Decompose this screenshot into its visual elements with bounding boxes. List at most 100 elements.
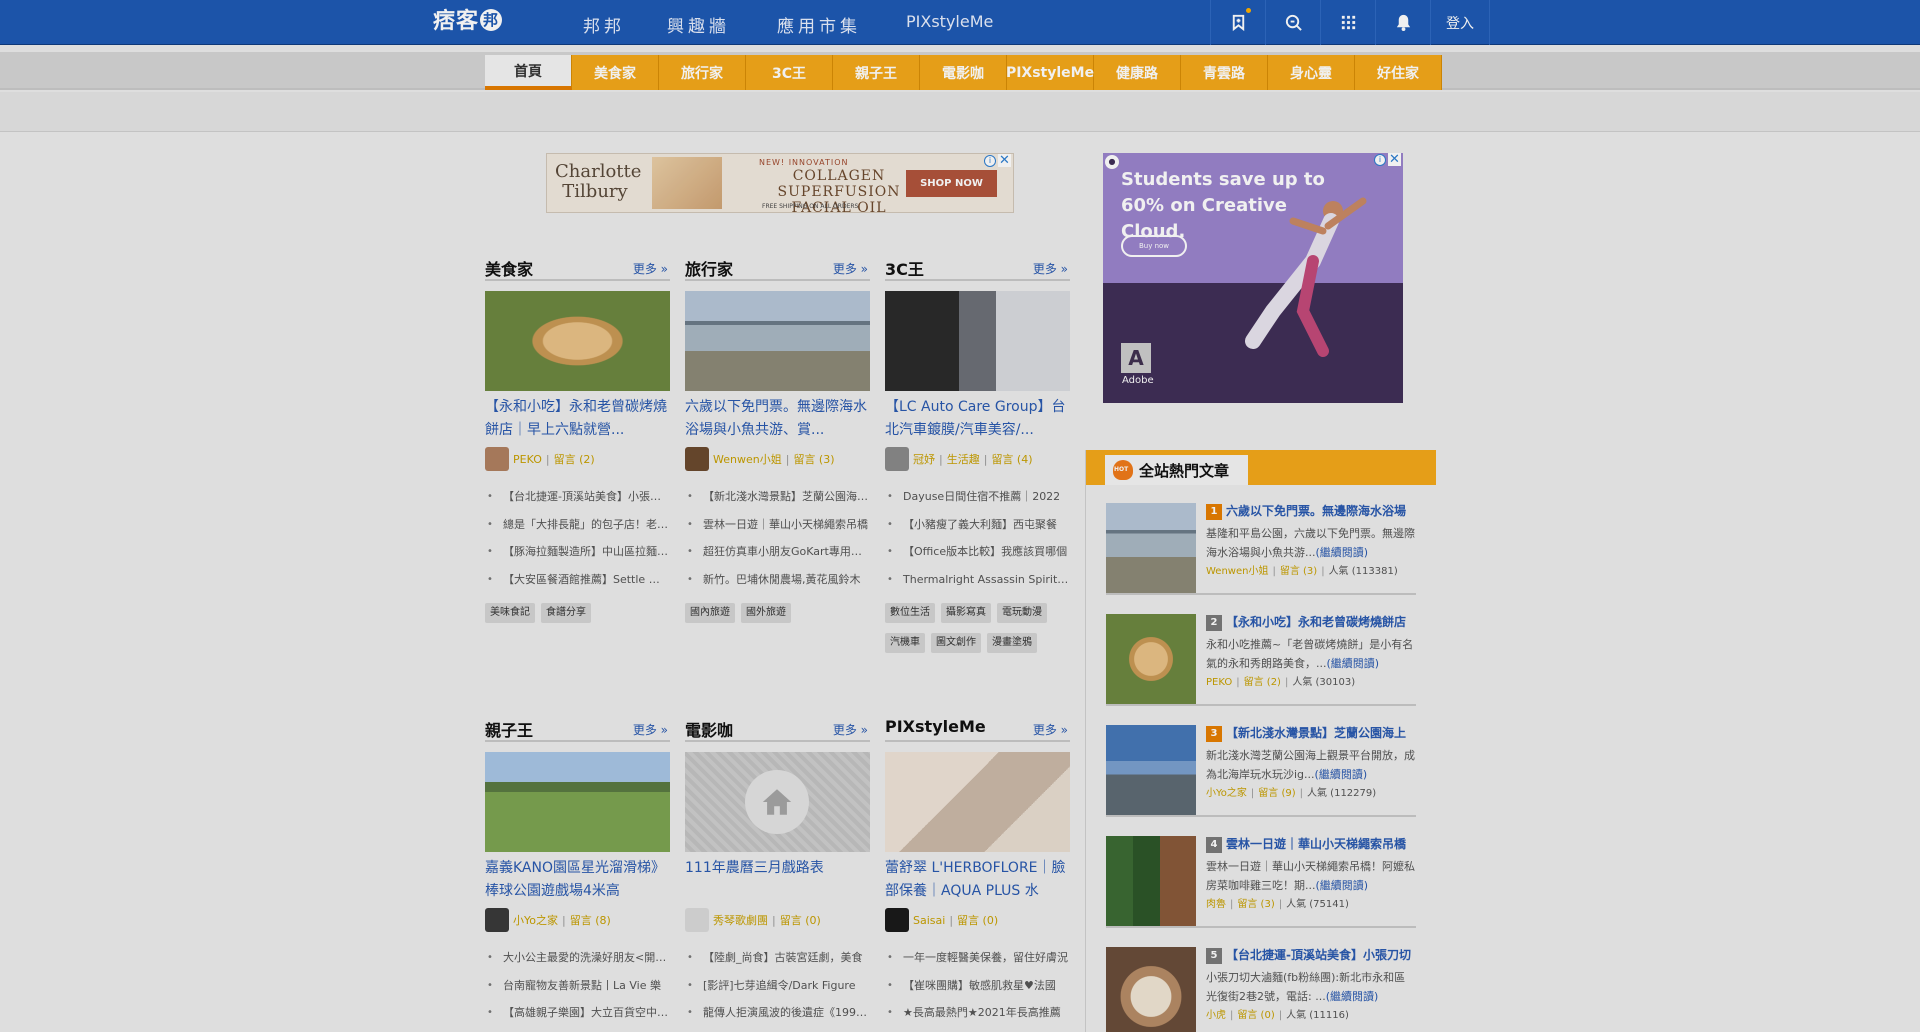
article-thumbnail[interactable]: [685, 291, 870, 391]
read-more-link[interactable]: (繼續閱讀): [1316, 546, 1369, 559]
list-item[interactable]: 【Office版本比較】我應該買哪個: [885, 538, 1070, 566]
nav-app-market[interactable]: 應用市集: [777, 12, 861, 37]
article-title-link[interactable]: 六歲以下免門票。無邊際海水浴場與小魚共游、賞...: [685, 396, 870, 442]
category-tab[interactable]: 3C王: [746, 55, 833, 90]
comment-count-link[interactable]: 留言 (3): [1280, 566, 1317, 577]
ad-shop-now-button[interactable]: SHOP NOW: [906, 170, 997, 197]
list-item[interactable]: Thermalright Assassin Spirit 120: [885, 566, 1070, 594]
list-item[interactable]: 總是「大排長龍」的包子店！老字號: [485, 511, 670, 539]
list-item[interactable]: 超狂仿真車小朋友GoKart專用賽道: [685, 538, 870, 566]
banner-ad[interactable]: Charlotte Tilbury NEW! INNOVATION COLLAG…: [546, 153, 1014, 213]
article-title-link[interactable]: 111年農曆三月戲路表: [685, 857, 870, 880]
ad-buy-now-button[interactable]: Buy now: [1121, 235, 1187, 257]
tag[interactable]: 食譜分享: [541, 603, 591, 623]
list-item[interactable]: 【台北捷運-頂溪站美食】小張刀切大滷麵: [485, 483, 670, 511]
hot-article-title[interactable]: 2 【永和小吃】永和老曾碳烤燒餅店: [1206, 614, 1416, 631]
list-item[interactable]: 【小豬瘦了義大利麵】西屯聚餐: [885, 511, 1070, 539]
ad-info-icon[interactable]: i: [1374, 154, 1386, 166]
avatar[interactable]: [485, 447, 509, 471]
ad-close-icon[interactable]: ✕: [1388, 153, 1401, 166]
author-link[interactable]: Saisai: [913, 914, 945, 927]
list-item[interactable]: 【新北淺水灣景點】芝蘭公園海上觀景: [685, 483, 870, 511]
category-title[interactable]: 美食家: [485, 256, 533, 280]
ad-info-icon[interactable]: i: [984, 155, 996, 167]
article-thumbnail[interactable]: [685, 752, 870, 852]
author-link[interactable]: PEKO: [1206, 677, 1232, 688]
comment-count-link[interactable]: 留言 (3): [1237, 899, 1274, 910]
list-item[interactable]: 龍傳人拒演風波的後遺症《1999》: [685, 999, 870, 1027]
hot-article-title[interactable]: 4 雲林一日遊｜華山小天梯繩索吊橋: [1206, 836, 1416, 853]
comment-count-link[interactable]: 留言 (3): [793, 451, 834, 467]
author-link[interactable]: 冠妤: [913, 451, 935, 467]
comment-count-link[interactable]: 留言 (9): [1258, 788, 1295, 799]
comment-count-link[interactable]: 留言 (2): [1244, 677, 1281, 688]
nav-interest-wall[interactable]: 興趣牆: [667, 12, 730, 37]
search-button[interactable]: [1265, 0, 1320, 45]
login-button[interactable]: 登入: [1430, 0, 1490, 45]
tag[interactable]: 國內旅遊: [685, 603, 735, 623]
comment-count-link[interactable]: 留言 (0): [957, 912, 998, 928]
author-link[interactable]: 小Yo之家: [1206, 788, 1247, 799]
tag[interactable]: 美味食記: [485, 603, 535, 623]
tag[interactable]: 數位生活: [885, 603, 935, 623]
hot-article-thumbnail[interactable]: [1106, 836, 1196, 926]
blog-category-link[interactable]: 生活趣: [947, 451, 980, 467]
tag[interactable]: 電玩動漫: [997, 603, 1047, 623]
nav-bangbang[interactable]: 邦邦: [583, 12, 625, 37]
category-tab[interactable]: 青雲路: [1181, 55, 1268, 90]
author-link[interactable]: 肉魯: [1206, 899, 1226, 910]
list-item[interactable]: 【高雄親子樂園】大立百貨空中樂園: [485, 999, 670, 1027]
hot-article-title-text[interactable]: 【新北淺水灣景點】芝蘭公園海上: [1226, 726, 1406, 740]
read-more-link[interactable]: (繼續閱讀): [1315, 768, 1368, 781]
article-thumbnail[interactable]: [485, 752, 670, 852]
list-item[interactable]: 大小公主最愛的洗澡好朋友<開箱>: [485, 944, 670, 972]
article-title-link[interactable]: 【LC Auto Care Group】台北汽車鍍膜/汽車美容/...: [885, 396, 1070, 442]
more-link[interactable]: 更多 »: [633, 721, 668, 738]
comment-count-link[interactable]: 留言 (8): [570, 912, 611, 928]
more-link[interactable]: 更多 »: [833, 721, 868, 738]
category-title[interactable]: PIXstyleMe: [885, 717, 986, 736]
category-title[interactable]: 3C王: [885, 256, 924, 280]
read-more-link[interactable]: (繼續閱讀): [1326, 990, 1379, 1003]
avatar[interactable]: [885, 447, 909, 471]
more-link[interactable]: 更多 »: [1033, 260, 1068, 277]
site-logo[interactable]: 痞客邦: [433, 7, 511, 37]
category-tab[interactable]: 旅行家: [659, 55, 746, 90]
category-tab[interactable]: 健康路: [1094, 55, 1181, 90]
author-link[interactable]: Wenwen小姐: [1206, 566, 1268, 577]
tag[interactable]: 國外旅遊: [741, 603, 791, 623]
tag[interactable]: 攝影寫真: [941, 603, 991, 623]
list-item[interactable]: 一年一度輕醫美保養，留住好膚況: [885, 944, 1070, 972]
hot-article-thumbnail[interactable]: [1106, 725, 1196, 815]
hot-articles-tab[interactable]: 全站熱門文章: [1105, 455, 1248, 485]
list-item[interactable]: [影評]七芽追緝令/Dark Figure: [685, 972, 870, 1000]
author-link[interactable]: 小虎: [1206, 1010, 1226, 1021]
tag[interactable]: 圖文創作: [931, 633, 981, 653]
list-item[interactable]: 【大安區餐酒館推薦】Settle 下來: [485, 566, 670, 594]
hot-article-thumbnail[interactable]: [1106, 947, 1196, 1032]
article-title-link[interactable]: 【永和小吃】永和老曾碳烤燒餅店｜早上六點就營...: [485, 396, 670, 442]
avatar[interactable]: [885, 908, 909, 932]
author-link[interactable]: Wenwen小姐: [713, 451, 782, 467]
list-item[interactable]: 新竹。巴埔休閒農場,黃花風鈴木: [685, 566, 870, 594]
category-tab[interactable]: 親子王: [833, 55, 920, 90]
article-thumbnail[interactable]: [485, 291, 670, 391]
avatar[interactable]: [685, 447, 709, 471]
article-thumbnail[interactable]: [885, 752, 1070, 852]
avatar[interactable]: [485, 908, 509, 932]
category-title[interactable]: 電影咖: [685, 717, 733, 741]
list-item[interactable]: 【豚海拉麵製造所】中山區拉麵推薦: [485, 538, 670, 566]
more-link[interactable]: 更多 »: [1033, 721, 1068, 738]
read-more-link[interactable]: (繼續閱讀): [1327, 657, 1380, 670]
category-tab[interactable]: 身心靈: [1268, 55, 1355, 90]
comment-count-link[interactable]: 留言 (4): [991, 451, 1032, 467]
category-tab[interactable]: PIXstyleMe: [1006, 55, 1094, 90]
author-link[interactable]: PEKO: [513, 453, 542, 466]
list-item[interactable]: ★長高最熱門★2021年長高推薦: [885, 999, 1070, 1027]
hot-article-title-text[interactable]: 雲林一日遊｜華山小天梯繩索吊橋: [1226, 837, 1406, 851]
nav-pixstyleme[interactable]: PIXstyleMe: [906, 12, 993, 31]
side-ad[interactable]: ● Students save up to 60% on Creative Cl…: [1103, 153, 1403, 403]
ad-close-icon[interactable]: ✕: [998, 154, 1011, 167]
list-item[interactable]: 雲林一日遊｜華山小天梯繩索吊橋: [685, 511, 870, 539]
category-tab[interactable]: 好住家: [1355, 55, 1442, 90]
